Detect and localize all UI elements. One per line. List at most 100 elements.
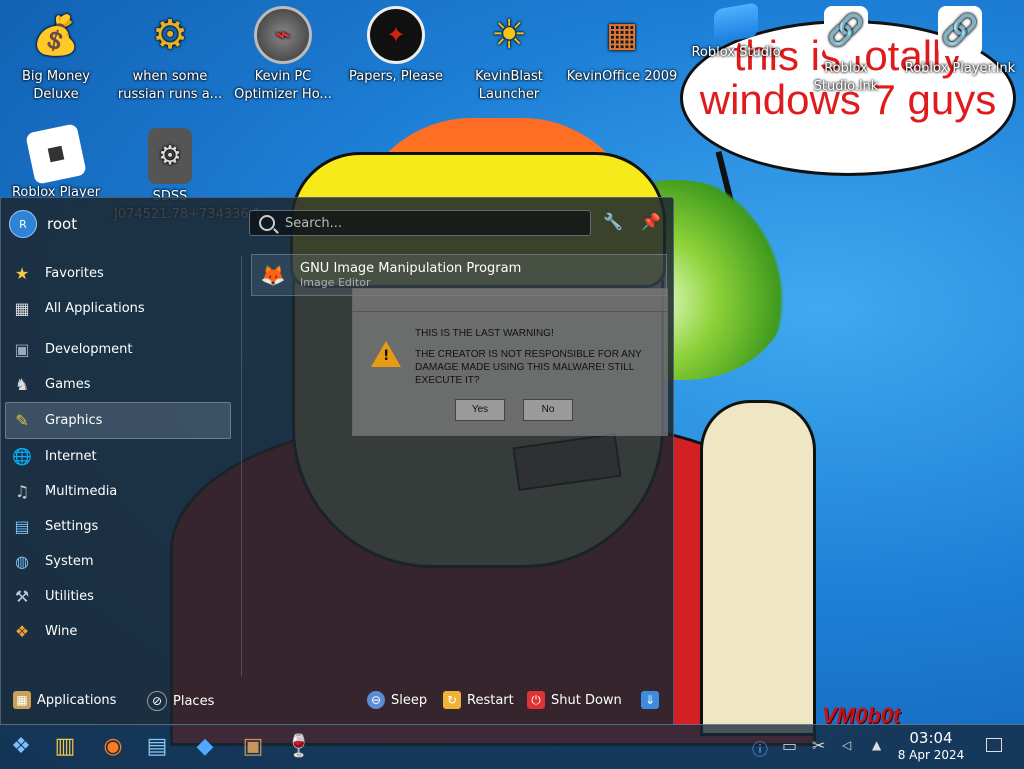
category-games[interactable]: ♞ Games (1, 367, 241, 402)
show-desktop-icon[interactable] (986, 738, 1002, 752)
category-label: Games (45, 377, 91, 392)
desktop-icon-roblox-studio[interactable]: Roblox Studio (680, 0, 792, 62)
no-button[interactable]: No (523, 399, 573, 421)
settings-icon: ▤ (14, 517, 30, 536)
category-label: Multimedia (45, 484, 118, 499)
red-seal-icon: ✦ (367, 6, 425, 64)
desktop-icon-label: when some russian runs a... (117, 69, 223, 102)
pin-icon[interactable]: 📌 (639, 210, 663, 234)
wine-glass-icon[interactable]: 🍷 (282, 730, 316, 762)
internet-icon: 🌐 (12, 447, 32, 466)
utilities-icon: ⚒ (14, 587, 30, 606)
firefox-icon[interactable]: ◉ (96, 730, 130, 762)
user-info[interactable]: R root (9, 210, 77, 238)
desktop-icon-roblox-player-lnk[interactable]: 🔗 Roblox Player.lnk (904, 0, 1016, 78)
category-development[interactable]: ▣ Development (1, 332, 241, 367)
arrow-down-icon: ⇓ (641, 691, 659, 709)
menu-footer: ▦ Applications ⊘ Places ⊖ Sleep ↻ Restar… (1, 679, 673, 725)
clock-time: 03:04 (909, 729, 953, 747)
applications-tab[interactable]: ▦ Applications (13, 691, 116, 709)
system-icon: ◍ (15, 552, 29, 571)
configure-wrench-icon[interactable]: 🔧 (601, 210, 625, 234)
category-wine[interactable]: ❖ Wine (1, 614, 241, 649)
search-icon (259, 215, 275, 231)
desktop-icon-papers-please[interactable]: ✦ Papers, Please (340, 0, 452, 86)
favorites-icon: ★ (14, 264, 30, 283)
category-system[interactable]: ◍ System (1, 544, 241, 579)
search-input[interactable] (283, 214, 577, 232)
gimp-icon: 🦊 (260, 263, 286, 287)
graphics-icon: ✎ (15, 411, 29, 430)
category-all-applications[interactable]: ▦ All Applications (1, 291, 241, 326)
desktop-icon-kevinoffice[interactable]: ▦ KevinOffice 2009 (566, 0, 678, 86)
desktop-icon-roblox-player[interactable]: Roblox Player (0, 122, 112, 202)
clock[interactable]: 03:04 8 Apr 2024 (890, 730, 972, 763)
category-list: ★ Favorites ▦ All Applications ▣ Developmen… (1, 256, 241, 649)
office-logo-icon: ▦ (605, 15, 639, 55)
sleep-button[interactable]: ⊖ Sleep (367, 691, 427, 709)
places-tab[interactable]: ⊘ Places (147, 691, 214, 711)
scissors-icon[interactable]: ✂ (812, 736, 825, 755)
file-manager-icon[interactable]: ▥ (48, 730, 82, 762)
category-label: Internet (45, 449, 97, 464)
roblox-studio-taskbar-icon[interactable]: ◆ (188, 730, 222, 762)
avatar: R (9, 210, 37, 238)
restart-button[interactable]: ↻ Restart (443, 691, 514, 709)
volume-icon[interactable]: ◁ (842, 738, 851, 752)
development-icon: ▣ (14, 340, 30, 359)
roblox-studio-icon (714, 2, 758, 44)
category-multimedia[interactable]: ♫ Multimedia (1, 474, 241, 509)
speedometer-icon: ⌁ (254, 6, 312, 64)
category-internet[interactable]: 🌐 Internet (1, 439, 241, 474)
result-title: GNU Image Manipulation Program (300, 261, 522, 276)
package-icon[interactable]: ▣ (236, 730, 270, 762)
sun-globe-icon: ☀ (491, 12, 527, 58)
more-options-button[interactable]: ⇓ (641, 691, 659, 709)
warning-icon: ! (371, 341, 401, 367)
desktop-icon-roblox-studio-lnk[interactable]: 🔗 Roblox Studio.lnk (790, 0, 902, 96)
dialog-titlebar[interactable] (353, 289, 667, 312)
category-label: Development (45, 342, 133, 357)
money-bag-icon: 💰 (32, 13, 80, 57)
category-favorites[interactable]: ★ Favorites (1, 256, 241, 291)
settings-file-icon: ⚙ (148, 128, 192, 184)
shortcut-link-icon: 🔗 (824, 6, 868, 56)
desktop-icon-kevinblast[interactable]: ☀ KevinBlast Launcher (453, 0, 565, 104)
desktop-icon-label: Roblox Studio.lnk (813, 61, 879, 94)
sleep-label: Sleep (391, 692, 428, 708)
yes-button[interactable]: Yes (455, 399, 505, 421)
multimedia-icon: ♫ (14, 482, 30, 501)
clipboard-icon[interactable]: ▭ (782, 736, 797, 755)
tray-expand-icon[interactable]: ▲ (872, 738, 881, 752)
info-icon[interactable]: ⓘ (752, 736, 768, 760)
desktop-icon-label: KevinOffice 2009 (566, 69, 678, 84)
shortcut-link-icon: 🔗 (938, 6, 982, 56)
dialog-line-2: THE CREATOR IS NOT RESPONSIBLE FOR ANY D… (415, 349, 642, 386)
menu-divider (241, 256, 242, 676)
category-label: Wine (45, 624, 78, 639)
desktop-icon-label: Roblox Studio (691, 45, 781, 60)
start-orb-icon[interactable]: ❖ (4, 730, 38, 762)
desktop-icon-label: KevinBlast Launcher (475, 69, 543, 102)
desktop-icon-big-money-deluxe[interactable]: 💰 Big Money Deluxe (0, 0, 112, 104)
category-label: All Applications (45, 301, 145, 316)
category-label: Favorites (45, 266, 104, 281)
category-label: System (45, 554, 94, 569)
category-utilities[interactable]: ⚒ Utilities (1, 579, 241, 614)
category-settings[interactable]: ▤ Settings (1, 509, 241, 544)
sleep-icon: ⊖ (367, 691, 385, 709)
category-label: Utilities (45, 589, 94, 604)
category-label: Graphics (45, 413, 103, 428)
category-graphics[interactable]: ✎ Graphics (5, 402, 231, 439)
desktop-icon-russian[interactable]: ⚙ when some russian runs a... (114, 0, 226, 104)
all-apps-icon: ▦ (14, 299, 30, 318)
warning-dialog: ! THIS IS THE LAST WARNING! THE CREATOR … (352, 288, 668, 436)
desktop-icon-kevin-pc-optimizer[interactable]: ⌁ Kevin PC Optimizer Ho... (227, 0, 339, 104)
shutdown-button[interactable]: ⏻ Shut Down (527, 691, 622, 709)
search-box[interactable] (249, 210, 591, 236)
compass-icon: ⊘ (147, 691, 167, 711)
roblox-player-icon (25, 123, 87, 185)
system-settings-icon[interactable]: ▤ (140, 730, 174, 762)
places-tab-label: Places (173, 693, 215, 709)
desktop-icon-label: Papers, Please (348, 69, 444, 84)
